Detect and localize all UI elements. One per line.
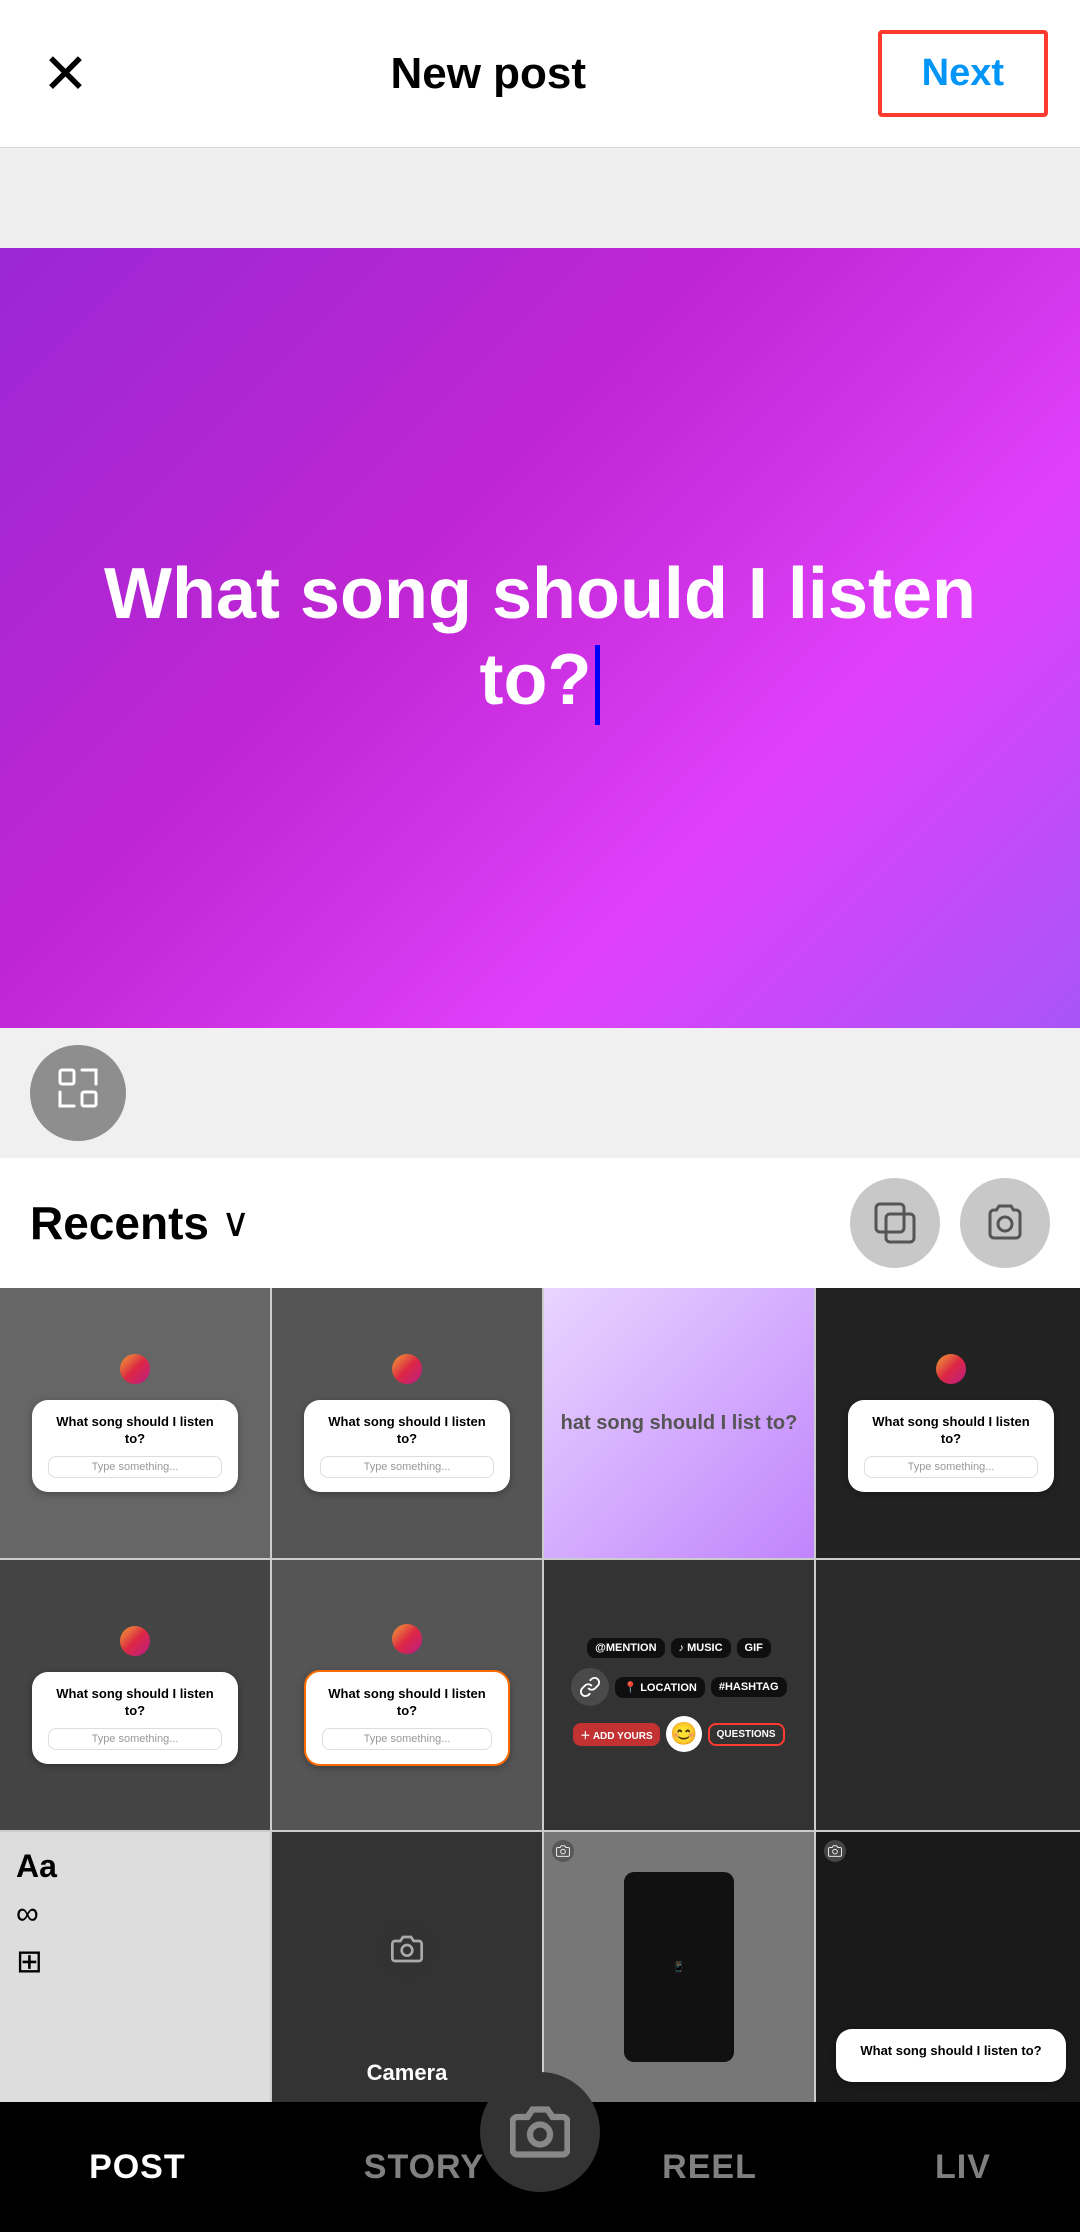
recents-bar: Recents ∨ bbox=[0, 1158, 1080, 1288]
grid-cell-6[interactable]: What song should I listen to? Type somet… bbox=[272, 1560, 542, 1830]
link-sticker bbox=[571, 1668, 609, 1706]
grid-cell-1[interactable]: What song should I listen to? Type somet… bbox=[0, 1288, 270, 1558]
grid-icon: ⊞ bbox=[16, 1942, 43, 1980]
mention-sticker: @MENTION bbox=[587, 1638, 664, 1658]
grid-cell-8[interactable] bbox=[816, 1560, 1080, 1830]
nav-live[interactable]: LIV bbox=[935, 2148, 991, 2187]
hashtag-sticker: #HASHTAG bbox=[711, 1677, 787, 1697]
expand-icon bbox=[54, 1064, 102, 1123]
close-button[interactable]: ✕ bbox=[32, 36, 99, 112]
loop-icon: ∞ bbox=[16, 1895, 39, 1932]
grid-cell-2[interactable]: What song should I listen to? Type somet… bbox=[272, 1288, 542, 1558]
nav-post[interactable]: POST bbox=[89, 2148, 186, 2187]
camera-small-icon bbox=[552, 1840, 574, 1862]
questions-sticker: QUESTIONS bbox=[708, 1723, 785, 1746]
nav-story[interactable]: STORY bbox=[364, 2148, 484, 2187]
grid-cell-5[interactable]: What song should I listen to? Type somet… bbox=[0, 1560, 270, 1830]
grid-cell-4[interactable]: What song should I listen to? Type somet… bbox=[816, 1288, 1080, 1558]
recents-label: Recents bbox=[30, 1196, 209, 1250]
grid-cell-11[interactable]: 📱 bbox=[544, 1832, 814, 2102]
image-preview: What song should I listen to? bbox=[0, 248, 1080, 1028]
multi-select-button[interactable] bbox=[850, 1178, 940, 1268]
media-grid: What song should I listen to? Type somet… bbox=[0, 1288, 1080, 2102]
grid-cell-10[interactable]: Camera bbox=[272, 1832, 542, 2102]
add-yours-sticker: ＋ ADD YOURS bbox=[573, 1723, 659, 1746]
chevron-down-icon: ∨ bbox=[221, 1200, 250, 1246]
nav-reel[interactable]: REEL bbox=[662, 2148, 757, 2187]
grid-cell-9[interactable]: Aa ∞ ⊞ bbox=[0, 1832, 270, 2102]
next-button[interactable]: Next bbox=[878, 30, 1048, 117]
camera-overlay-icon bbox=[377, 1919, 437, 1979]
camera-button[interactable] bbox=[960, 1178, 1050, 1268]
grid-cell-7[interactable]: @MENTION ♪ MUSIC GIF 📍 LOCATION #HASHTAG… bbox=[544, 1560, 814, 1830]
recents-icon-group bbox=[850, 1178, 1050, 1268]
preview-text: What song should I listen to? bbox=[44, 551, 1036, 725]
location-sticker: 📍 LOCATION bbox=[615, 1677, 704, 1698]
camera-small-icon-2 bbox=[824, 1840, 846, 1862]
expand-button[interactable] bbox=[30, 1045, 126, 1141]
header: ✕ New post Next bbox=[0, 0, 1080, 148]
bottom-nav: POST STORY REEL LIV bbox=[0, 2102, 1080, 2232]
page-title: New post bbox=[390, 49, 586, 99]
gif-sticker: GIF bbox=[737, 1638, 771, 1658]
top-spacer bbox=[0, 148, 1080, 248]
grid-cell-12[interactable]: What song should I listen to? bbox=[816, 1832, 1080, 2102]
music-sticker: ♪ MUSIC bbox=[671, 1638, 731, 1658]
recents-dropdown[interactable]: Recents ∨ bbox=[30, 1196, 250, 1250]
preview-toolbar bbox=[0, 1028, 1080, 1158]
text-cursor bbox=[595, 645, 600, 725]
phone-screen-text: 📱 bbox=[673, 1962, 685, 1973]
emoji-sticker: 😊 bbox=[666, 1716, 702, 1752]
camera-label: Camera bbox=[272, 2060, 542, 2086]
grid-cell-3[interactable]: hat song should I list to? bbox=[544, 1288, 814, 1558]
text-tool-icon: Aa bbox=[16, 1848, 57, 1885]
shutter-button[interactable] bbox=[480, 2072, 600, 2192]
